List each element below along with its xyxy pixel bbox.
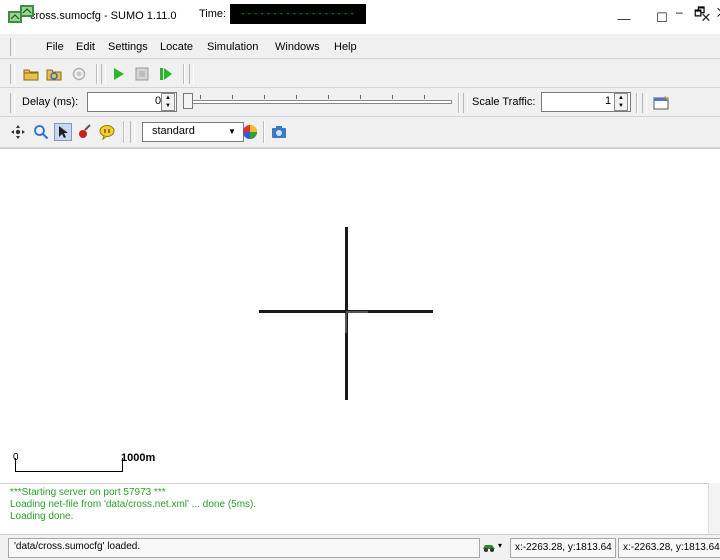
sumo-menu-icon[interactable]: [20, 5, 34, 17]
slider-tick: [200, 95, 201, 99]
breakpoint-icon[interactable]: [76, 123, 94, 141]
magnifier-icon[interactable]: [32, 123, 50, 141]
slider-tick: [264, 95, 265, 99]
toolbar-grip[interactable]: [10, 64, 15, 84]
delay-label: Delay (ms):: [22, 96, 79, 108]
new-window-icon[interactable]: [652, 94, 670, 112]
scale-distance-label: 1000m: [121, 452, 156, 464]
close-sim-icon[interactable]: [70, 65, 88, 83]
message-line: Loading net-file from 'data/cross.net.xm…: [10, 499, 257, 510]
toolbar-grip[interactable]: [130, 121, 135, 143]
toolbar-separator: [96, 64, 98, 84]
time-value: ------------------: [240, 9, 356, 19]
toolbar-separator: [458, 93, 460, 113]
message-line: Loading done.: [10, 511, 74, 522]
color-scheme-value: standard: [152, 125, 195, 137]
coord-text: x:-2263.28, y:1813.64: [623, 542, 720, 553]
play-icon[interactable]: [110, 65, 128, 83]
spin-up-icon[interactable]: ▲: [162, 94, 174, 102]
step-icon[interactable]: [157, 65, 175, 83]
menu-windows[interactable]: Windows: [275, 41, 320, 53]
select-cursor-icon[interactable]: [54, 123, 72, 141]
recenter-icon[interactable]: [9, 123, 27, 141]
chevron-down-icon[interactable]: ▼: [225, 124, 239, 138]
slider-tick: [328, 95, 329, 99]
spin-down-icon[interactable]: ▼: [162, 102, 174, 110]
color-wheel-icon[interactable]: [241, 123, 259, 141]
scale-traffic-value: 1: [605, 95, 612, 107]
open-folder-icon[interactable]: [22, 65, 40, 83]
menu-help[interactable]: Help: [334, 41, 357, 53]
toolbar-separator: [183, 64, 185, 84]
menu-grip[interactable]: [10, 38, 15, 56]
menu-simulation[interactable]: Simulation: [207, 41, 258, 53]
toolbar-grip[interactable]: [101, 64, 106, 84]
scale-bar: [15, 458, 123, 472]
toolbar-grip[interactable]: [463, 93, 468, 113]
menu-file[interactable]: File: [46, 41, 64, 53]
junction-marker[interactable]: [345, 313, 347, 333]
status-text: 'data/cross.sumocfg' loaded.: [14, 541, 141, 552]
toolbar-separator: [123, 121, 125, 143]
junction-marker[interactable]: [346, 311, 368, 313]
slider-tick: [392, 95, 393, 99]
stop-icon[interactable]: [133, 65, 151, 83]
geo-coordinates: x:-2263.28, y:1813.64: [618, 538, 720, 558]
delay-slider-thumb[interactable]: [183, 93, 193, 109]
toolbar-grip[interactable]: [10, 93, 15, 113]
camera-icon[interactable]: [270, 123, 288, 141]
network-canvas[interactable]: [0, 148, 720, 483]
menu-edit[interactable]: Edit: [76, 41, 95, 53]
slider-tick: [296, 95, 297, 99]
coord-text: x:-2263.28, y:1813.64: [515, 542, 612, 553]
tooltip-icon[interactable]: [98, 123, 116, 141]
toolbar-grip[interactable]: [642, 93, 647, 113]
chevron-down-icon[interactable]: ▾: [498, 541, 502, 550]
scale-traffic-label: Scale Traffic:: [472, 96, 536, 108]
toolbar-separator: [636, 93, 638, 113]
toolbar-grip[interactable]: [189, 64, 194, 84]
time-display: ------------------: [230, 4, 366, 24]
file-sim-toolbar: [0, 59, 720, 88]
scale-traffic-spinner[interactable]: ▲ ▼: [614, 93, 628, 111]
time-label: Time:: [199, 8, 227, 20]
toolbar-separator: [263, 121, 265, 143]
message-line: ***Starting server on port 57973 ***: [10, 487, 166, 498]
spin-down-icon[interactable]: ▼: [615, 102, 627, 110]
message-scrollbar[interactable]: [708, 483, 720, 533]
slider-tick: [232, 95, 233, 99]
menu-settings[interactable]: Settings: [108, 41, 148, 53]
slider-tick: [424, 95, 425, 99]
menu-locate[interactable]: Locate: [160, 41, 193, 53]
car-icon: [482, 541, 496, 556]
delay-spinner[interactable]: ▲ ▼: [161, 93, 175, 111]
cursor-coordinates: x:-2263.28, y:1813.64: [510, 538, 616, 558]
spin-up-icon[interactable]: ▲: [615, 94, 627, 102]
slider-tick: [360, 95, 361, 99]
reload-icon[interactable]: [45, 65, 63, 83]
mdi-window-controls[interactable]: – 🗗 ✕: [676, 3, 720, 24]
window-title: cross.sumocfg - SUMO 1.11.0: [30, 10, 177, 22]
delay-slider-track[interactable]: [188, 100, 452, 104]
